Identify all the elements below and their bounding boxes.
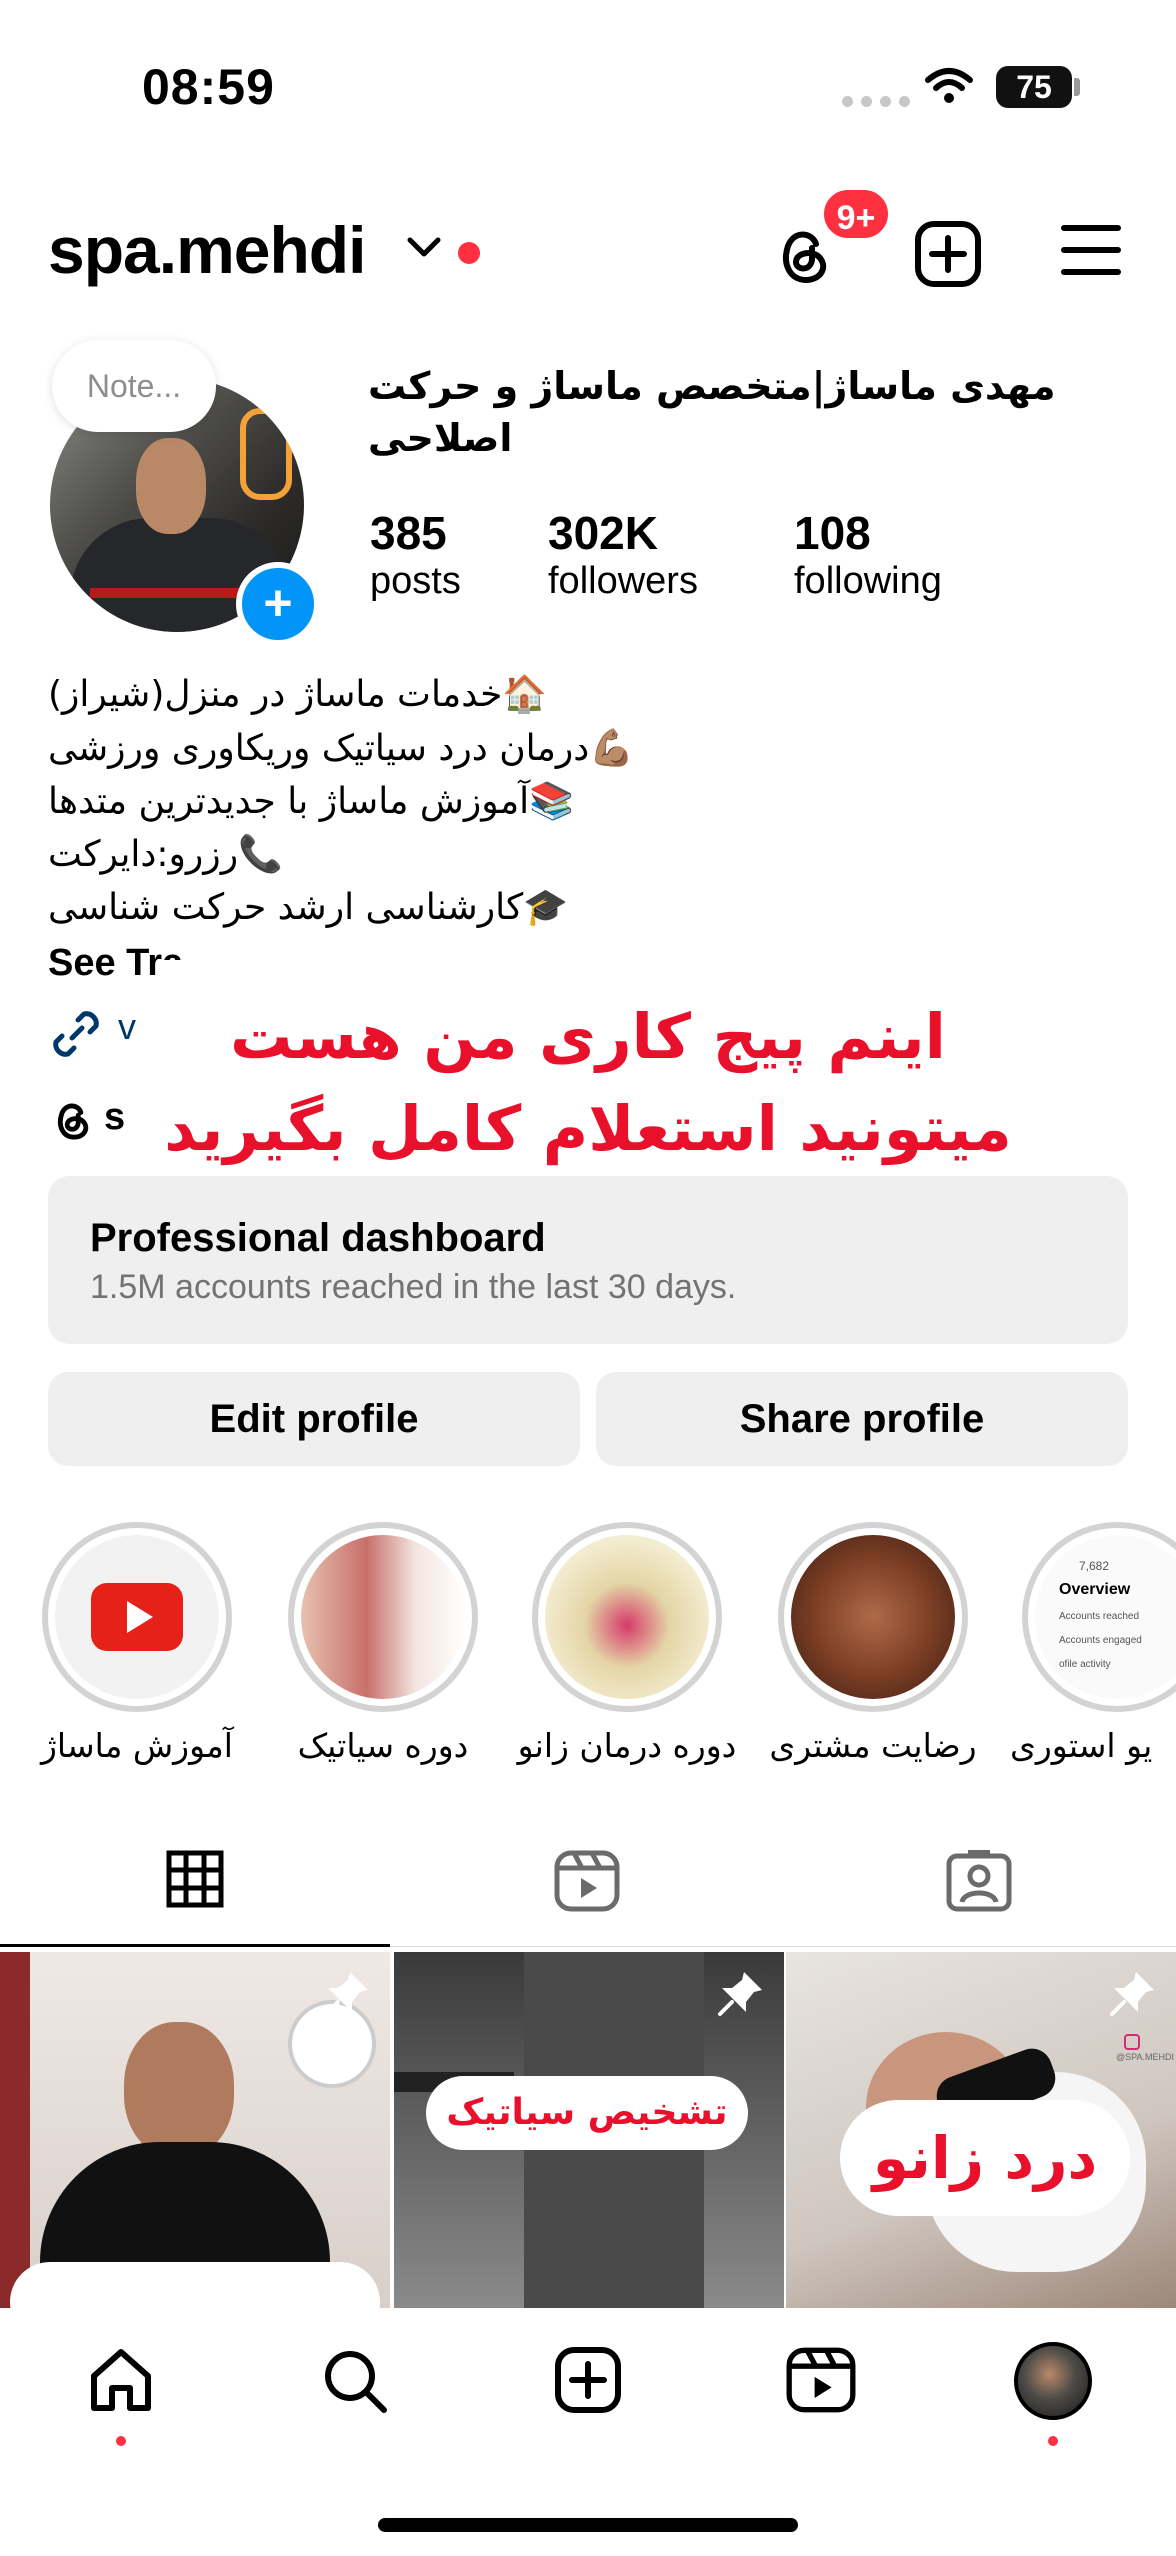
- highlight-massage-training[interactable]: [42, 1522, 232, 1712]
- posts-count[interactable]: 385: [370, 506, 447, 560]
- highlight-label: رضایت مشتری: [769, 1726, 977, 1765]
- highlight-knee-course[interactable]: [532, 1522, 722, 1712]
- highlight-cover: [55, 1535, 219, 1699]
- chevron-down-icon[interactable]: [406, 236, 442, 260]
- post-thumbnail[interactable]: @SPA.MEHDI درد زانو: [786, 1952, 1176, 2308]
- share-profile-button[interactable]: Share profile: [596, 1372, 1128, 1466]
- dashboard-title: Professional dashboard: [90, 1216, 546, 1260]
- avatar-stripe: [90, 588, 250, 598]
- instagram-small-icon: [1124, 2034, 1140, 2050]
- followers-label[interactable]: followers: [548, 560, 698, 603]
- bio-line: 🏠خدمات ماساژ در منزل(شیراز): [48, 674, 548, 715]
- post-handle: @SPA.MEHDI: [1116, 2052, 1174, 2062]
- status-time: 08:59: [142, 59, 275, 115]
- pin-icon: [718, 1972, 762, 2016]
- post-caption: تشخیص سیاتیک: [426, 2076, 748, 2150]
- overview-title: Overview: [1059, 1581, 1131, 1598]
- notification-badge: 9+: [820, 186, 892, 242]
- home-indicator: [378, 2518, 798, 2532]
- active-tab-indicator: [0, 1944, 390, 1947]
- note-bubble[interactable]: Note...: [52, 340, 216, 432]
- youtube-icon: [91, 1583, 183, 1651]
- wifi-icon: [925, 68, 973, 103]
- highlight-label: دوره درمان زانو: [517, 1726, 737, 1765]
- bio-line: 📚آموزش ماساژ با جدیدترین متدها: [48, 781, 574, 822]
- signal-dots-icon: [842, 96, 910, 107]
- highlight-customer-satisfaction[interactable]: [778, 1522, 968, 1712]
- profile-nav-avatar[interactable]: [1014, 2342, 1092, 2420]
- posts-label[interactable]: posts: [370, 560, 461, 603]
- highlight-label: آموزش ماساژ: [41, 1726, 233, 1765]
- tagged-tab-icon[interactable]: [946, 1850, 1012, 1912]
- profile-full-name: مهدی ماساژ|متخصص ماساژ و حرکت اصلاحی: [368, 364, 1056, 460]
- profile-notification-dot: [1048, 2436, 1058, 2446]
- overlay-text-line-2: میتونید استعلام کامل بگیرید: [164, 1092, 1012, 1165]
- grid-tab-icon[interactable]: [166, 1850, 224, 1908]
- pin-icon: [1110, 1972, 1154, 2016]
- home-icon[interactable]: [86, 2346, 156, 2416]
- post-person-head: [124, 2022, 234, 2158]
- highlight-label: دوره سیاتیک: [297, 1726, 469, 1765]
- highlight-sciatica-course[interactable]: [288, 1522, 478, 1712]
- highlight-cover: 7,682 Overview Accounts reached Accounts…: [1035, 1535, 1176, 1699]
- edit-profile-button[interactable]: Edit profile: [48, 1372, 580, 1466]
- overview-count: 7,682: [1079, 1559, 1110, 1573]
- reels-tab-icon[interactable]: [554, 1850, 620, 1912]
- search-icon[interactable]: [320, 2346, 390, 2416]
- post-caption-bubble: [10, 2262, 380, 2308]
- overview-row: ofile activity: [1059, 1659, 1111, 1670]
- profile-username[interactable]: spa.mehdi: [48, 212, 366, 288]
- highlight-stories[interactable]: 7,682 Overview Accounts reached Accounts…: [1022, 1522, 1176, 1712]
- bio-line: 💪🏽درمان درد سیاتیک وریکاوری ورزشی: [48, 728, 635, 769]
- account-notification-dot: [458, 242, 480, 264]
- pin-icon: [324, 1972, 368, 2016]
- post-thumbnail[interactable]: [0, 1952, 390, 2308]
- highlight-cover: [545, 1535, 709, 1699]
- overview-row: Accounts reached: [1059, 1611, 1140, 1622]
- battery-tip: [1074, 78, 1080, 96]
- bio-line: 📞رزرو:دایرکت: [48, 834, 283, 875]
- add-story-button[interactable]: +: [236, 562, 320, 646]
- overlay-text-line-1: اینم پیج کاری من هست: [230, 1000, 946, 1073]
- battery-indicator: 75: [996, 66, 1072, 108]
- avatar-face: [136, 438, 206, 534]
- followers-count[interactable]: 302K: [548, 506, 658, 560]
- post-door: [0, 1952, 30, 2308]
- home-notification-dot: [116, 2436, 126, 2446]
- avatar-neon-sign: [240, 408, 292, 500]
- following-label[interactable]: following: [794, 560, 942, 603]
- overview-row: Accounts engaged: [1059, 1635, 1142, 1646]
- dashboard-subtitle: 1.5M accounts reached in the last 30 day…: [90, 1268, 737, 1306]
- create-icon[interactable]: [554, 2346, 622, 2414]
- menu-icon[interactable]: [1060, 222, 1122, 278]
- post-thumbnail[interactable]: تشخیص سیاتیک: [394, 1952, 784, 2308]
- create-post-icon[interactable]: [914, 220, 982, 288]
- professional-dashboard-card[interactable]: Professional dashboard 1.5M accounts rea…: [48, 1176, 1128, 1344]
- highlight-label: یو استوری: [1010, 1726, 1153, 1765]
- highlight-cover: [791, 1535, 955, 1699]
- bio-line: 🎓کارشناسی ارشد حرکت شناسی: [48, 887, 569, 928]
- following-count[interactable]: 108: [794, 506, 871, 560]
- highlight-cover: [301, 1535, 465, 1699]
- reels-icon[interactable]: [786, 2346, 856, 2414]
- post-caption: درد زانو: [840, 2100, 1130, 2216]
